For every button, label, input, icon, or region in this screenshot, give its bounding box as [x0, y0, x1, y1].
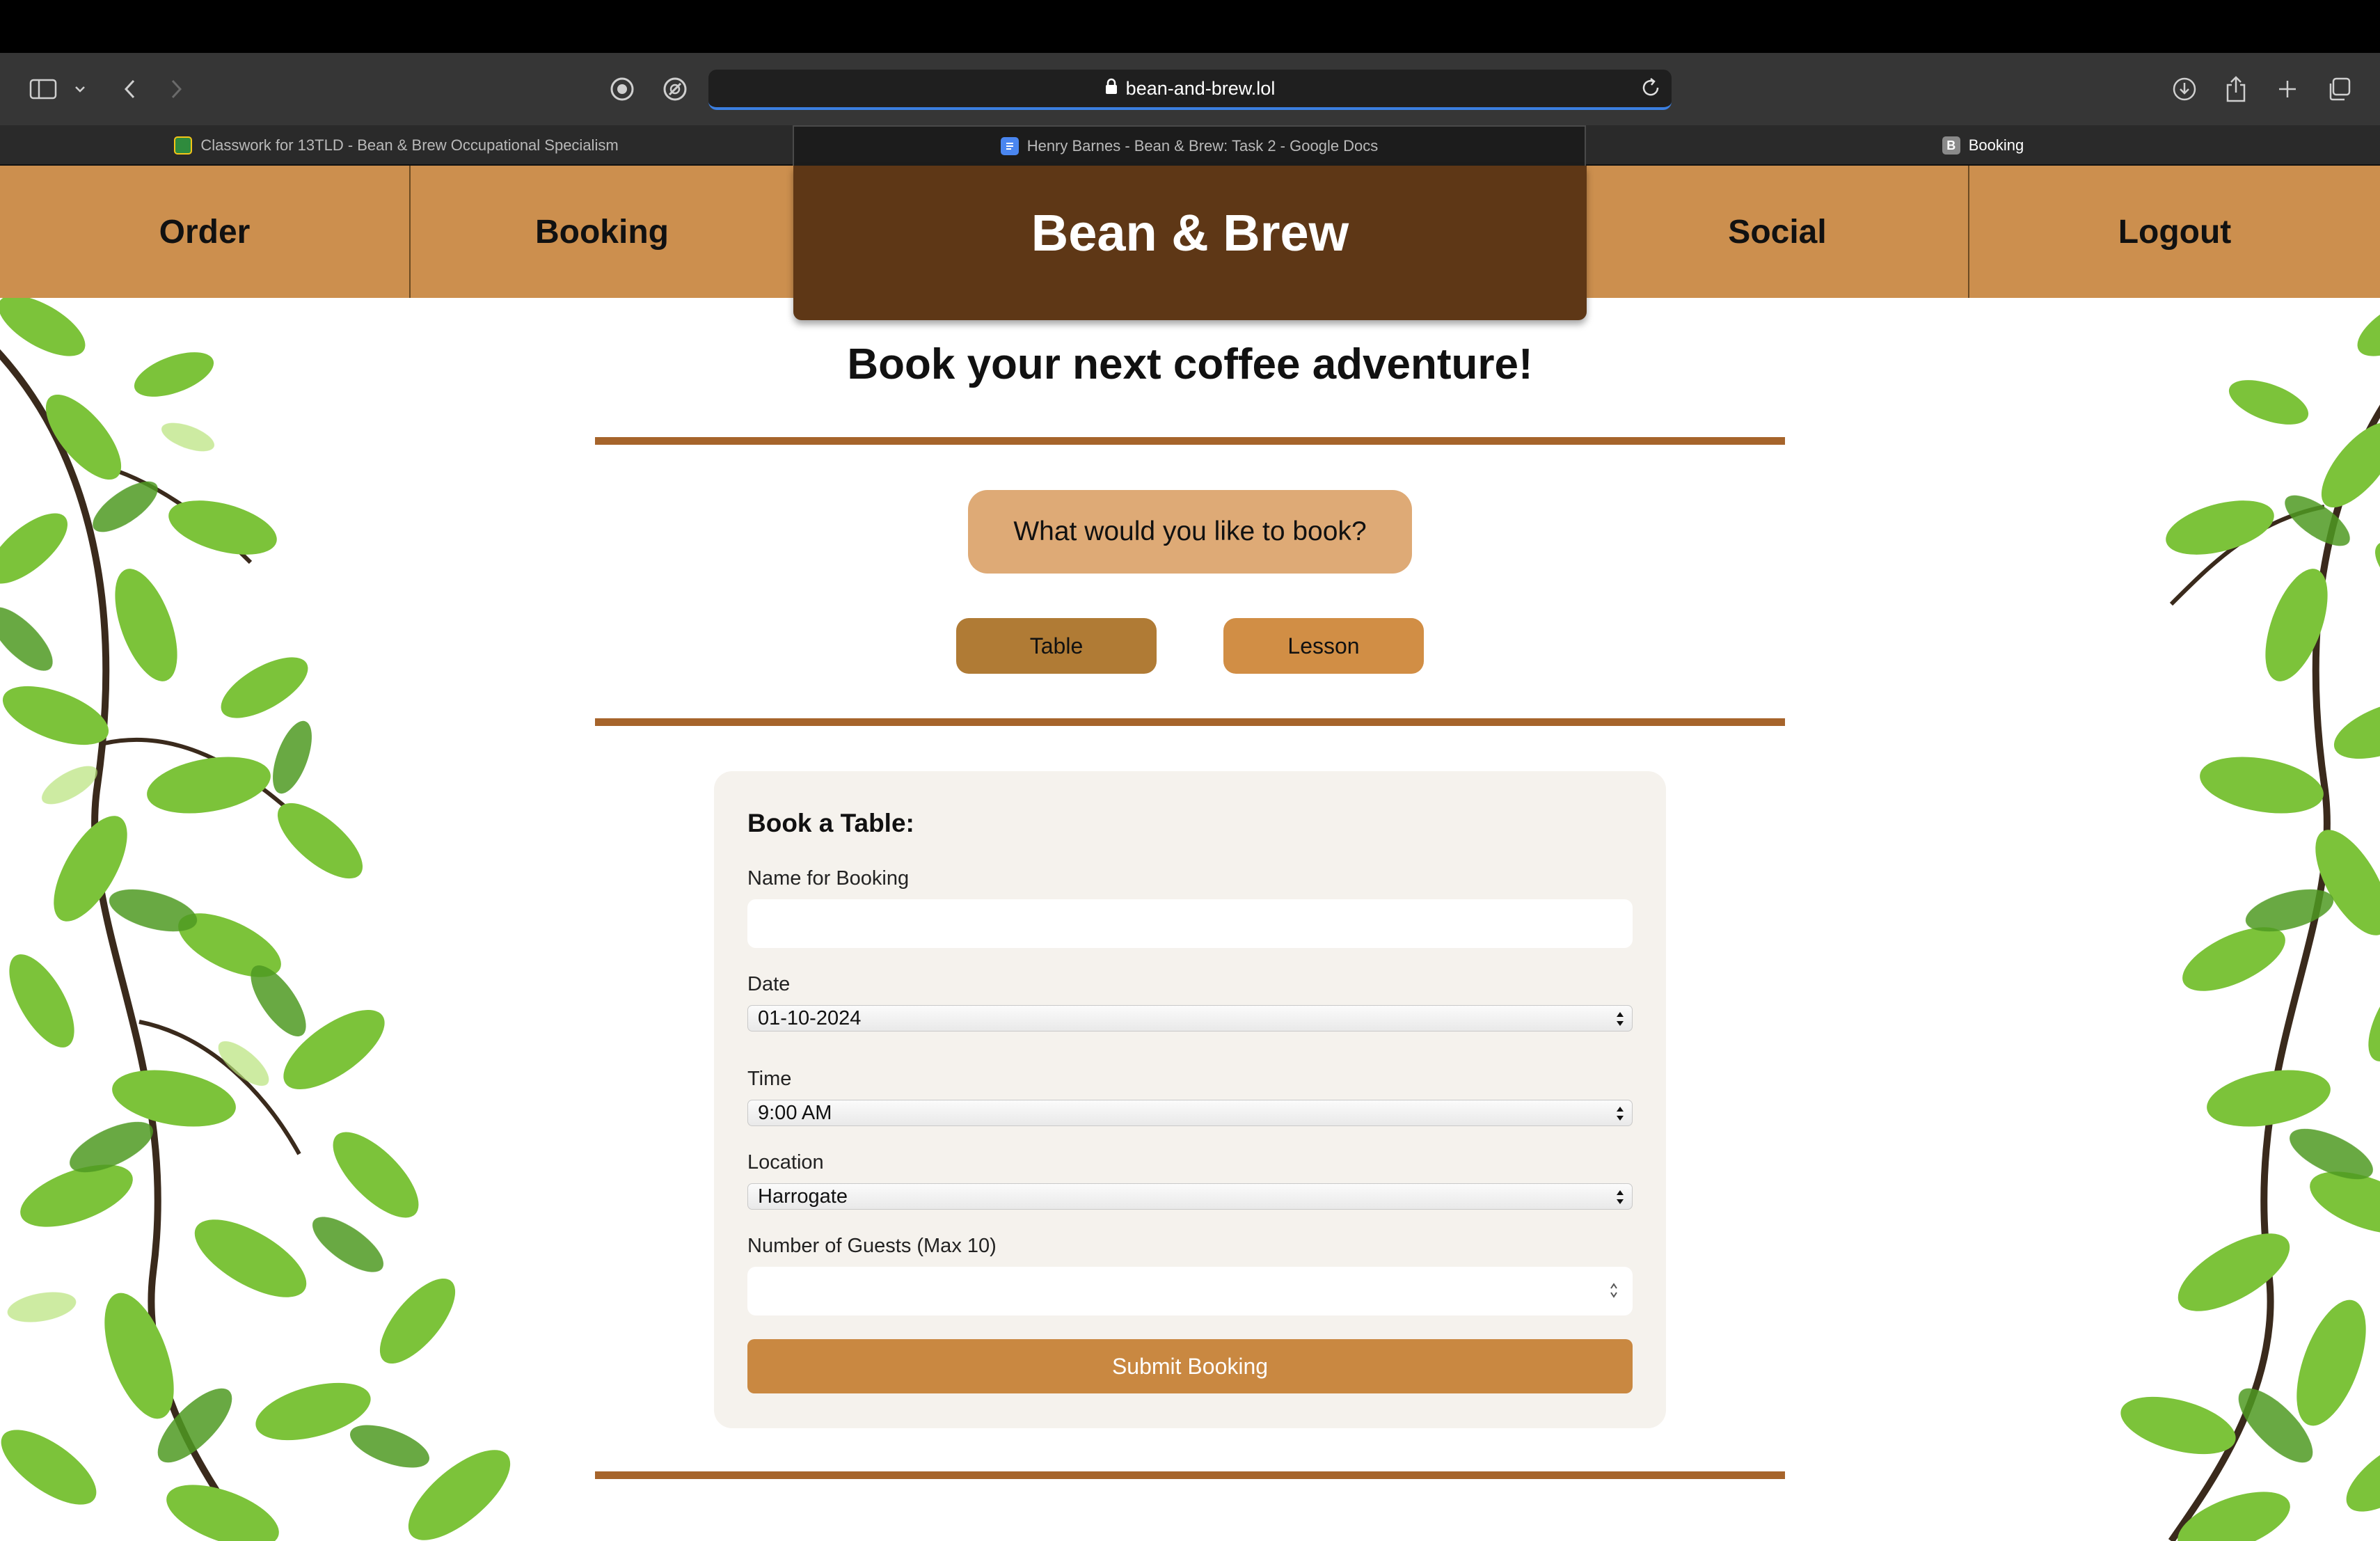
address-bar[interactable]: bean-and-brew.lol: [708, 70, 1672, 110]
record-icon[interactable]: [608, 53, 636, 125]
tabs-overview-icon[interactable]: [2324, 53, 2354, 125]
tab-booking[interactable]: B Booking: [1586, 125, 2380, 166]
no-tracking-icon[interactable]: [661, 53, 689, 125]
select-arrows-icon: [1615, 1010, 1625, 1034]
name-input[interactable]: [747, 899, 1633, 948]
divider: [595, 1471, 1785, 1479]
nav-social-link[interactable]: Social: [1587, 166, 1969, 298]
table-button[interactable]: Table: [956, 618, 1157, 674]
location-select[interactable]: Harrogate: [747, 1183, 1633, 1210]
chevron-down-icon[interactable]: [70, 53, 90, 125]
number-stepper-icon[interactable]: [1609, 1281, 1619, 1304]
back-icon[interactable]: [117, 53, 142, 125]
tab-label: Booking: [1968, 136, 2024, 154]
lock-icon: [1105, 78, 1118, 100]
time-value: 9:00 AM: [758, 1101, 832, 1124]
nav-order-link[interactable]: Order: [0, 166, 411, 298]
reload-icon[interactable]: [1640, 77, 1662, 104]
date-select[interactable]: 01-10-2024: [747, 1005, 1633, 1032]
select-arrows-icon: [1615, 1188, 1625, 1212]
tab-google-docs[interactable]: Henry Barnes - Bean & Brew: Task 2 - Goo…: [793, 125, 1586, 166]
location-value: Harrogate: [758, 1185, 848, 1208]
sidebar-icon[interactable]: [26, 53, 60, 125]
table-booking-form: Book a Table: Name for Booking Date 01-1…: [714, 771, 1666, 1428]
booking-type-prompt: What would you like to book?: [968, 490, 1412, 574]
url-text: bean-and-brew.lol: [1125, 77, 1276, 99]
tab-classwork[interactable]: Classwork for 13TLD - Bean & Brew Occupa…: [0, 125, 793, 166]
leaves-decoration-left: [0, 298, 550, 1541]
forward-icon[interactable]: [164, 53, 189, 125]
guests-label: Number of Guests (Max 10): [747, 1235, 997, 1257]
nav-logout-link[interactable]: Logout: [1969, 166, 2380, 298]
submit-booking-button[interactable]: Submit Booking: [747, 1339, 1633, 1393]
site-favicon: B: [1942, 136, 1960, 155]
leaves-decoration-right: [1830, 298, 2380, 1541]
guests-input[interactable]: [747, 1267, 1633, 1315]
brand-logo[interactable]: Bean & Brew: [793, 166, 1587, 320]
nav-booking-link[interactable]: Booking: [411, 166, 793, 298]
tab-label: Classwork for 13TLD - Bean & Brew Occupa…: [200, 136, 619, 154]
time-select[interactable]: 9:00 AM: [747, 1100, 1633, 1126]
menu-bar: [0, 0, 2380, 53]
page-headline: Book your next coffee adventure!: [847, 340, 1533, 388]
divider: [595, 437, 1785, 445]
plus-icon[interactable]: [2273, 53, 2302, 125]
name-label: Name for Booking: [747, 867, 910, 890]
date-label: Date: [747, 973, 791, 995]
divider: [595, 718, 1785, 726]
location-label: Location: [747, 1151, 824, 1173]
share-icon[interactable]: [2221, 53, 2251, 125]
lesson-button[interactable]: Lesson: [1223, 618, 1424, 674]
select-arrows-icon: [1615, 1105, 1625, 1128]
download-icon[interactable]: [2170, 53, 2199, 125]
tab-label: Henry Barnes - Bean & Brew: Task 2 - Goo…: [1026, 137, 1379, 155]
classroom-icon: [174, 136, 193, 155]
form-title: Book a Table:: [747, 809, 914, 837]
date-value: 01-10-2024: [758, 1006, 862, 1029]
time-label: Time: [747, 1068, 792, 1090]
docs-icon: [1000, 137, 1019, 155]
tab-strip: Classwork for 13TLD - Bean & Brew Occupa…: [0, 125, 2380, 166]
